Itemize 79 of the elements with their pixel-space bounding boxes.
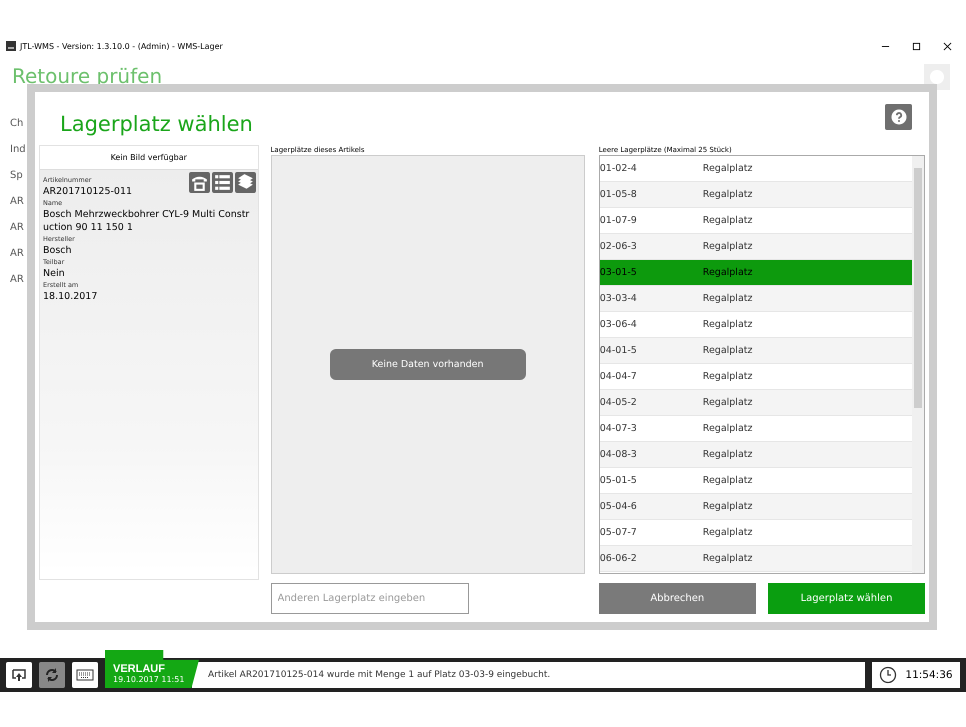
place-cell-text: 03-01-5 <box>600 267 638 278</box>
location-row[interactable]: 04-01-5 Regalplatz <box>600 338 912 364</box>
upload-icon <box>11 667 27 683</box>
type-cell: Regalplatz <box>702 345 752 356</box>
type-cell: Regalplatz <box>702 449 752 460</box>
type-cell: Regalplatz <box>702 371 752 382</box>
row-text: Sp <box>10 170 24 182</box>
location-row[interactable]: 02-06-3 Regalplatz <box>600 234 912 260</box>
type-cell: Regalplatz <box>702 241 752 252</box>
place-cell-text: 05-07-7 <box>600 527 638 538</box>
field-value: 18.10.2017 <box>43 290 98 303</box>
field-value: Nein <box>43 267 66 280</box>
sync-icon <box>44 667 60 683</box>
location-row[interactable]: 04-05-2 Regalplatz <box>600 390 912 416</box>
type-cell: Regalplatz <box>702 319 752 330</box>
place-cell-text: 04-05-2 <box>600 397 638 408</box>
location-row[interactable]: 03-03-4 Regalplatz <box>600 286 912 312</box>
place-cell-text: 05-01-5 <box>600 475 638 486</box>
place-cell-text: 04-04-7 <box>600 371 638 382</box>
place-cell-text: 04-08-3 <box>600 449 638 460</box>
clock-icon <box>879 666 898 684</box>
row-text: AR <box>10 196 25 208</box>
type-cell: Regalplatz <box>702 553 752 564</box>
place-cell-text: 03-03-4 <box>600 293 638 304</box>
field-value: Bosch <box>43 244 73 257</box>
place-cell-text: 03-06-4 <box>600 319 638 330</box>
place-cell-text: 06-06-2 <box>600 553 638 564</box>
scrollbar[interactable] <box>912 156 924 573</box>
type-cell: Regalplatz <box>702 501 752 512</box>
location-row[interactable]: 03-01-5 Regalplatz <box>600 260 912 286</box>
type-cell: Regalplatz <box>702 293 752 304</box>
type-cell: Regalplatz <box>702 267 752 278</box>
row-text: Ind <box>10 144 26 156</box>
no-image-label: Kein Bild verfügbar <box>40 146 258 170</box>
type-cell: Regalplatz <box>702 423 752 434</box>
maximize-icon[interactable] <box>912 42 921 50</box>
list-icon[interactable] <box>212 172 232 193</box>
page-title: Retoure prüfen <box>12 64 162 88</box>
type-cell: Regalplatz <box>702 215 752 226</box>
empty-message: Keine Daten vorhanden <box>330 349 526 380</box>
place-cell-text: 04-07-3 <box>600 423 638 434</box>
location-row[interactable]: 01-05-8 Regalplatz <box>600 182 912 208</box>
help-button[interactable] <box>885 104 912 130</box>
keyboard-button[interactable] <box>72 662 98 688</box>
place-cell-text: 01-07-9 <box>600 215 638 226</box>
field-value: AR201710125-011 <box>43 185 134 198</box>
location-row[interactable]: 04-08-3 Regalplatz <box>600 442 912 468</box>
row-text: Ch <box>10 118 24 130</box>
cancel-button[interactable]: Abbrechen <box>598 583 756 614</box>
keyboard-icon <box>76 669 94 681</box>
window-title: JTL-WMS - Version: 1.3.10.0 - (Admin) - WMS-Lager <box>20 42 223 50</box>
confirm-button[interactable]: Lagerplatz wählen <box>768 583 925 614</box>
sync-button[interactable] <box>39 662 65 688</box>
upload-button[interactable] <box>6 662 32 688</box>
place-cell-text: 05-04-6 <box>600 501 638 512</box>
history-title: VERLAUF <box>113 663 166 675</box>
place-cell-text: 02-06-3 <box>600 241 638 252</box>
row-text: AR <box>10 274 25 286</box>
type-cell: Regalplatz <box>702 163 752 174</box>
status-message: Artikel AR201710125-014 wurde mit Menge 1 auf Platz 03-03-9 eingebucht. <box>208 670 550 680</box>
history-time: 19.10.2017 11:51 <box>113 675 186 684</box>
place-cell-text: 01-05-8 <box>600 189 638 200</box>
close-icon[interactable] <box>943 42 952 50</box>
location-input[interactable]: Anderen Lagerplatz eingeben <box>270 583 468 614</box>
type-cell: Regalplatz <box>702 397 752 408</box>
type-cell: Regalplatz <box>702 189 752 200</box>
phone-icon[interactable] <box>188 172 210 193</box>
type-cell: Regalplatz <box>702 527 752 538</box>
type-cell: Regalplatz <box>702 475 752 486</box>
location-row[interactable]: 06-06-2 Regalplatz <box>600 546 912 572</box>
clock-time: 11:54:36 <box>905 669 953 681</box>
dialog-title: Lagerplatz wählen <box>60 112 253 136</box>
location-row[interactable]: 05-04-6 Regalplatz <box>600 494 912 520</box>
row-text: AR <box>10 222 25 234</box>
place-cell-text: 01-02-4 <box>600 163 638 174</box>
field-value: Bosch Mehrzweckbohrer CYL-9 Multi Construction 90 11 150 1 <box>43 208 250 234</box>
app-icon <box>6 41 16 51</box>
place-cell-text: 04-01-5 <box>600 345 638 356</box>
row-text: AR <box>10 248 25 260</box>
